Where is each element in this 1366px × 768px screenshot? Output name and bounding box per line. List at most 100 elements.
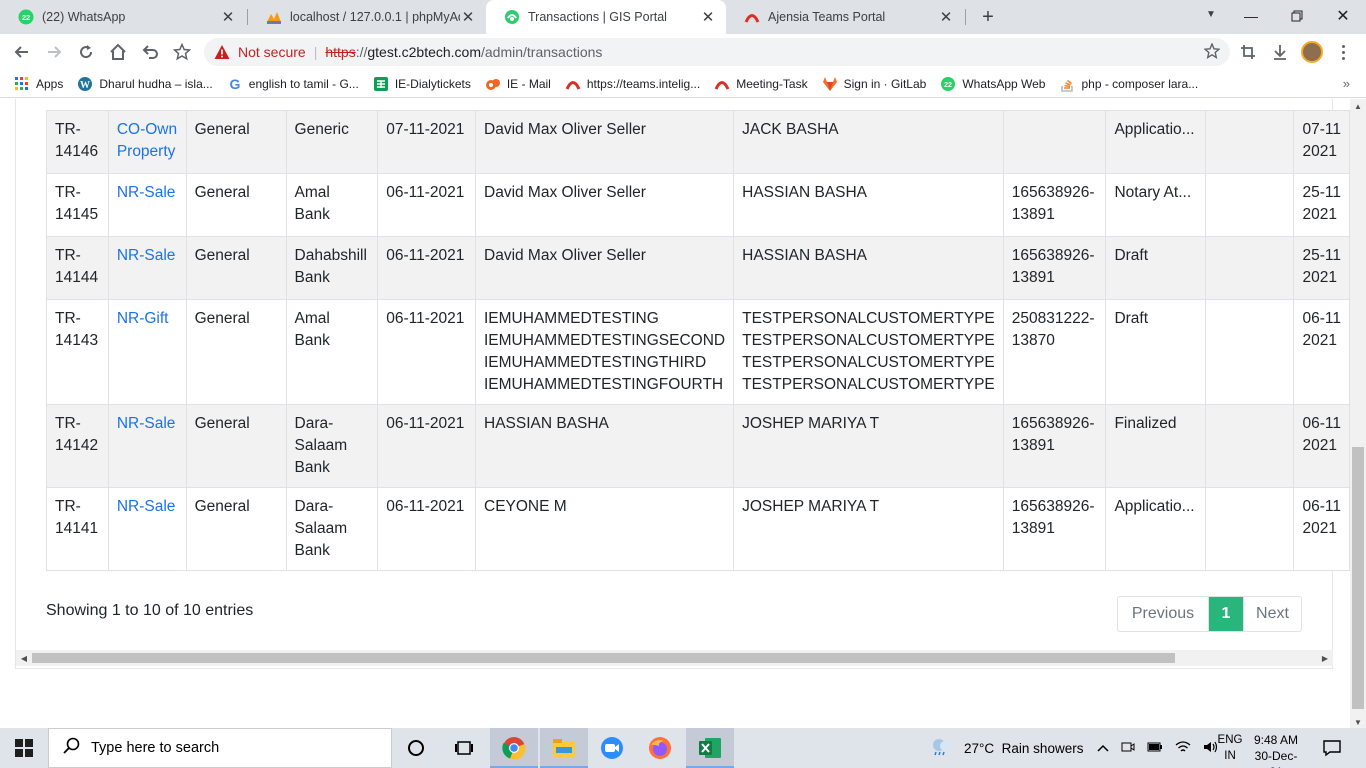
horizontal-scroll-thumb[interactable] [32,653,1175,663]
bookmark-apps[interactable]: Apps [14,76,63,92]
zoom-icon[interactable] [588,728,636,768]
scroll-left-arrow-icon[interactable]: ◀ [19,653,29,663]
status-cell: Applicatio... [1105,110,1207,174]
bookmark-whatsapp-web[interactable]: 22 WhatsApp Web [940,76,1045,92]
seller-cell: HASSIAN BASHA [474,404,735,488]
vertical-scrollbar[interactable]: ▲ ▼ [1350,99,1366,729]
empty-cell [1205,173,1295,237]
transaction-type-link[interactable]: NR-Gift [117,310,169,327]
new-tab-plus-icon[interactable]: + [976,5,1000,29]
scroll-down-arrow-icon[interactable]: ▼ [1353,717,1363,727]
reference-cell: 165638926- 13891 [1002,173,1107,237]
table-row: TR- 14143 NR-Gift General Amal Bank 06-11-2021… [46,299,1350,405]
crop-icon[interactable] [1238,42,1258,62]
reference-cell: 165638926- 13891 [1002,236,1107,300]
date-cell: 06-11-2021 [377,404,476,488]
transaction-type-link[interactable]: CO-Own Property [107,110,187,174]
transaction-type-link[interactable]: NR-Gift [107,299,187,405]
firefox-icon[interactable] [636,728,684,768]
bookmarks-overflow-chevron[interactable]: » [1343,76,1350,91]
transaction-type-link[interactable]: NR-Sale [117,184,176,201]
cortana-icon[interactable] [392,728,440,768]
transaction-type-link[interactable]: NR-Sale [107,404,187,488]
close-icon[interactable]: ✕ [460,8,476,26]
close-icon[interactable]: ✕ [700,8,716,26]
bookmark-teams-inteligo[interactable]: https://teams.intelig... [565,76,700,92]
gis-portal-icon [504,9,520,25]
transaction-type-link[interactable]: NR-Sale [117,247,176,264]
undo-icon[interactable] [138,40,162,64]
transaction-id: TR- 14142 [46,404,109,488]
vertical-scroll-thumb[interactable] [1352,447,1364,709]
profile-avatar[interactable] [1301,41,1323,63]
transaction-type-link[interactable]: NR-Sale [117,415,176,432]
transaction-type-link[interactable]: NR-Sale [107,487,187,571]
transaction-type-link[interactable]: CO-Own Property [117,121,177,160]
chrome-icon[interactable] [490,728,538,768]
not-secure-label[interactable]: Not secure [238,44,306,60]
transaction-type-link[interactable]: NR-Sale [107,236,187,300]
close-icon[interactable]: ✕ [938,8,954,26]
category-cell: General [185,487,287,571]
bookmark-ie-dialytickets[interactable]: IE-Dialytickets [373,76,471,92]
scroll-up-arrow-icon[interactable]: ▲ [1353,101,1363,111]
tray-overflow-chevron-icon[interactable] [1097,741,1109,756]
minimize-icon[interactable]: — [1228,0,1274,32]
close-icon[interactable]: ✕ [220,8,236,26]
download-icon[interactable] [1270,42,1290,62]
excel-icon[interactable] [686,728,734,768]
teams-icon [565,76,581,92]
transaction-type-link[interactable]: NR-Sale [107,173,187,237]
file-explorer-icon[interactable] [540,728,588,768]
bookmark-dharul-hudha[interactable]: W Dharul hudha – isla... [77,76,213,92]
wifi-icon[interactable] [1175,740,1191,757]
taskbar-search[interactable]: Type here to search [48,728,392,768]
transaction-type-link[interactable]: NR-Sale [117,498,176,515]
reload-icon[interactable] [74,40,98,64]
scroll-right-arrow-icon[interactable]: ▶ [1320,653,1330,663]
address-scheme: https [325,44,356,60]
bookmark-star-icon[interactable] [170,40,194,64]
forward-arrow-icon[interactable] [42,40,66,64]
bookmark-ie-mail[interactable]: IE - Mail [485,76,551,92]
tab-ajensia[interactable]: Ajensia Teams Portal ✕ [726,0,964,34]
gitlab-icon [822,76,838,92]
previous-page-button[interactable]: Previous [1118,597,1209,631]
tab-separator [965,9,966,25]
tab-search-chevron-icon[interactable]: ▼ [1206,9,1216,20]
notification-center-icon[interactable] [1322,738,1342,763]
next-page-button[interactable]: Next [1243,597,1301,631]
input-language[interactable]: ENG IN [1214,732,1246,764]
tab-whatsapp[interactable]: 22 (22) WhatsApp ✕ [0,0,246,34]
bookmark-php-composer[interactable]: php - composer lara... [1059,76,1198,92]
tab-transactions[interactable]: Transactions | GIS Portal ✕ [486,0,726,34]
home-icon[interactable] [106,40,130,64]
task-view-icon[interactable] [440,728,488,768]
bank-cell: Amal Bank [285,299,379,405]
menu-kebab-icon[interactable] [1339,42,1347,62]
system-clock[interactable]: 9:48 AM 30-Dec-21 [1248,732,1304,768]
horizontal-scrollbar[interactable]: ◀ ▶ [16,650,1333,666]
buyer-cell: HASSIAN BASHA [733,173,1004,237]
updated-date-cell: 06-11 2021 [1293,299,1350,405]
updated-date-cell: 07-11 2021 [1293,110,1350,174]
tab-phpmyadmin[interactable]: localhost / 127.0.0.1 | phpMyAdmin ✕ [248,0,486,34]
bookmark-label: WhatsApp Web [962,76,1046,91]
warning-triangle-icon[interactable] [214,44,230,60]
close-window-icon[interactable]: ✕ [1320,0,1366,32]
bookmark-meeting-task[interactable]: Meeting-Task [714,76,808,92]
star-icon[interactable] [1203,42,1221,62]
updated-date-cell: 06-11 2021 [1293,404,1350,488]
windows-start-icon[interactable] [0,728,48,768]
bookmark-gitlab[interactable]: Sign in · GitLab [822,76,926,92]
meet-now-icon[interactable] [1121,740,1135,757]
weather-widget[interactable]: 27°C Rain showers [930,728,1083,768]
battery-icon[interactable] [1147,741,1163,756]
transaction-id: TR- 14141 [46,487,109,571]
back-arrow-icon[interactable] [10,40,34,64]
address-bar[interactable]: Not secure | https ://gtest.c2btech.com/… [204,38,1230,66]
restore-icon[interactable] [1274,0,1320,32]
language-code: ENG [1217,734,1243,746]
bookmark-english-tamil[interactable]: G english to tamil - G... [227,76,358,92]
page-1-button[interactable]: 1 [1209,597,1243,631]
